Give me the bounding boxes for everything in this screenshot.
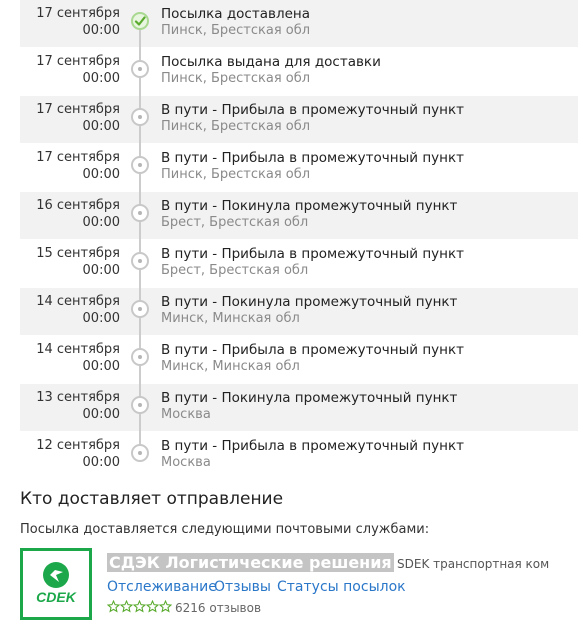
event-date: 17 сентября <box>36 102 120 117</box>
timeline-event: 13 сентября 00:00 В пути - Покинула промеж… <box>20 384 578 432</box>
event-time: 00:00 <box>82 263 120 278</box>
timeline-dot-icon <box>131 156 149 174</box>
timeline-dot-icon <box>131 300 149 318</box>
cdek-logo-text: CDEK <box>36 589 77 605</box>
timeline-event: 14 сентября 00:00 В пути - Покинула промеж… <box>20 288 578 336</box>
star-icon <box>133 600 146 613</box>
event-date: 17 сентября <box>36 6 120 21</box>
timeline-dot-icon <box>131 252 149 270</box>
timeline-event: 16 сентября 00:00 В пути - Покинула промеж… <box>20 192 578 240</box>
timeline-dot-icon <box>131 444 149 462</box>
star-icon <box>159 600 172 613</box>
event-time: 00:00 <box>82 359 120 374</box>
timeline-dot-icon <box>131 204 149 222</box>
event-location: Пинск, Брестская обл <box>161 167 311 182</box>
delivered-check-icon <box>131 12 149 30</box>
timeline-event: 17 сентября 00:00 В пути - Прибыла в проме… <box>20 144 578 192</box>
timeline-event: 17 сентября 00:00 В пути - Прибыла в проме… <box>20 96 578 144</box>
event-status: В пути - Покинула промежуточный пункт <box>161 294 458 310</box>
event-status: В пути - Прибыла в промежуточный пункт <box>161 246 464 262</box>
event-time: 00:00 <box>82 167 120 182</box>
event-location: Брест, Брестская обл <box>161 263 309 278</box>
event-location: Брест, Брестская обл <box>161 215 309 230</box>
event-time: 00:00 <box>82 71 120 86</box>
event-location: Минск, Минская обл <box>161 359 300 374</box>
event-status: В пути - Прибыла в промежуточный пункт <box>161 102 464 118</box>
event-status: В пути - Покинула промежуточный пункт <box>161 390 458 406</box>
event-status: В пути - Покинула промежуточный пункт <box>161 198 458 214</box>
event-time: 00:00 <box>82 311 120 326</box>
event-date: 17 сентября <box>36 150 120 165</box>
star-icon <box>146 600 159 613</box>
timeline-event: 12 сентября 00:00 В пути - Прибыла в проме… <box>20 432 578 480</box>
section-subtitle: Посылка доставляется следующими почтовым… <box>20 522 430 537</box>
event-location: Москва <box>161 407 211 422</box>
timeline-dot-icon <box>131 60 149 78</box>
event-time: 00:00 <box>82 23 120 38</box>
event-location: Пинск, Брестская обл <box>161 71 311 86</box>
event-status: В пути - Прибыла в промежуточный пункт <box>161 438 464 454</box>
event-location: Пинск, Брестская обл <box>161 23 311 38</box>
event-date: 15 сентября <box>36 246 120 261</box>
cdek-logo-graphic: CDEK <box>36 562 77 605</box>
statuses-link[interactable]: Статусы посылок <box>277 579 406 595</box>
timeline-dot-icon <box>131 348 149 366</box>
star-icon <box>120 600 133 613</box>
event-time: 00:00 <box>82 407 120 422</box>
tracking-link[interactable]: Отслеживание <box>107 579 217 595</box>
event-location: Пинск, Брестская обл <box>161 119 311 134</box>
event-time: 00:00 <box>82 455 120 470</box>
event-date: 14 сентября <box>36 342 120 357</box>
timeline-dot-icon <box>131 396 149 414</box>
event-status: Посылка доставлена <box>161 6 310 22</box>
event-time: 00:00 <box>82 119 120 134</box>
event-status: В пути - Прибыла в промежуточный пункт <box>161 342 464 358</box>
section-heading: Кто доставляет отправление <box>20 489 284 509</box>
event-location: Москва <box>161 455 211 470</box>
carrier-name-link[interactable]: СДЭК Логистические решения <box>107 553 394 572</box>
reviews-link[interactable]: Отзывы <box>214 579 271 595</box>
star-icon <box>107 600 120 613</box>
event-date: 13 сентября <box>36 390 120 405</box>
timeline-event: 17 сентября 00:00 Посылка доставлена Пинск,… <box>20 0 578 48</box>
timeline-event: 15 сентября 00:00 В пути - Прибыла в проме… <box>20 240 578 288</box>
event-date: 14 сентября <box>36 294 120 309</box>
cdek-logo[interactable]: CDEK <box>20 548 92 620</box>
event-date: 12 сентября <box>36 438 120 453</box>
event-date: 16 сентября <box>36 198 120 213</box>
event-status: Посылка выдана для доставки <box>161 54 381 70</box>
timeline-dot-icon <box>131 108 149 126</box>
carrier-description: SDEK транспортная компания <box>397 557 550 571</box>
event-status: В пути - Прибыла в промежуточный пункт <box>161 150 464 166</box>
review-count[interactable]: 6216 отзывов <box>175 601 261 615</box>
event-time: 00:00 <box>82 215 120 230</box>
timeline-event: 17 сентября 00:00 Посылка выдана для доста… <box>20 48 578 96</box>
timeline-event: 14 сентября 00:00 В пути - Прибыла в проме… <box>20 336 578 384</box>
event-location: Минск, Минская обл <box>161 311 300 326</box>
event-date: 17 сентября <box>36 54 120 69</box>
